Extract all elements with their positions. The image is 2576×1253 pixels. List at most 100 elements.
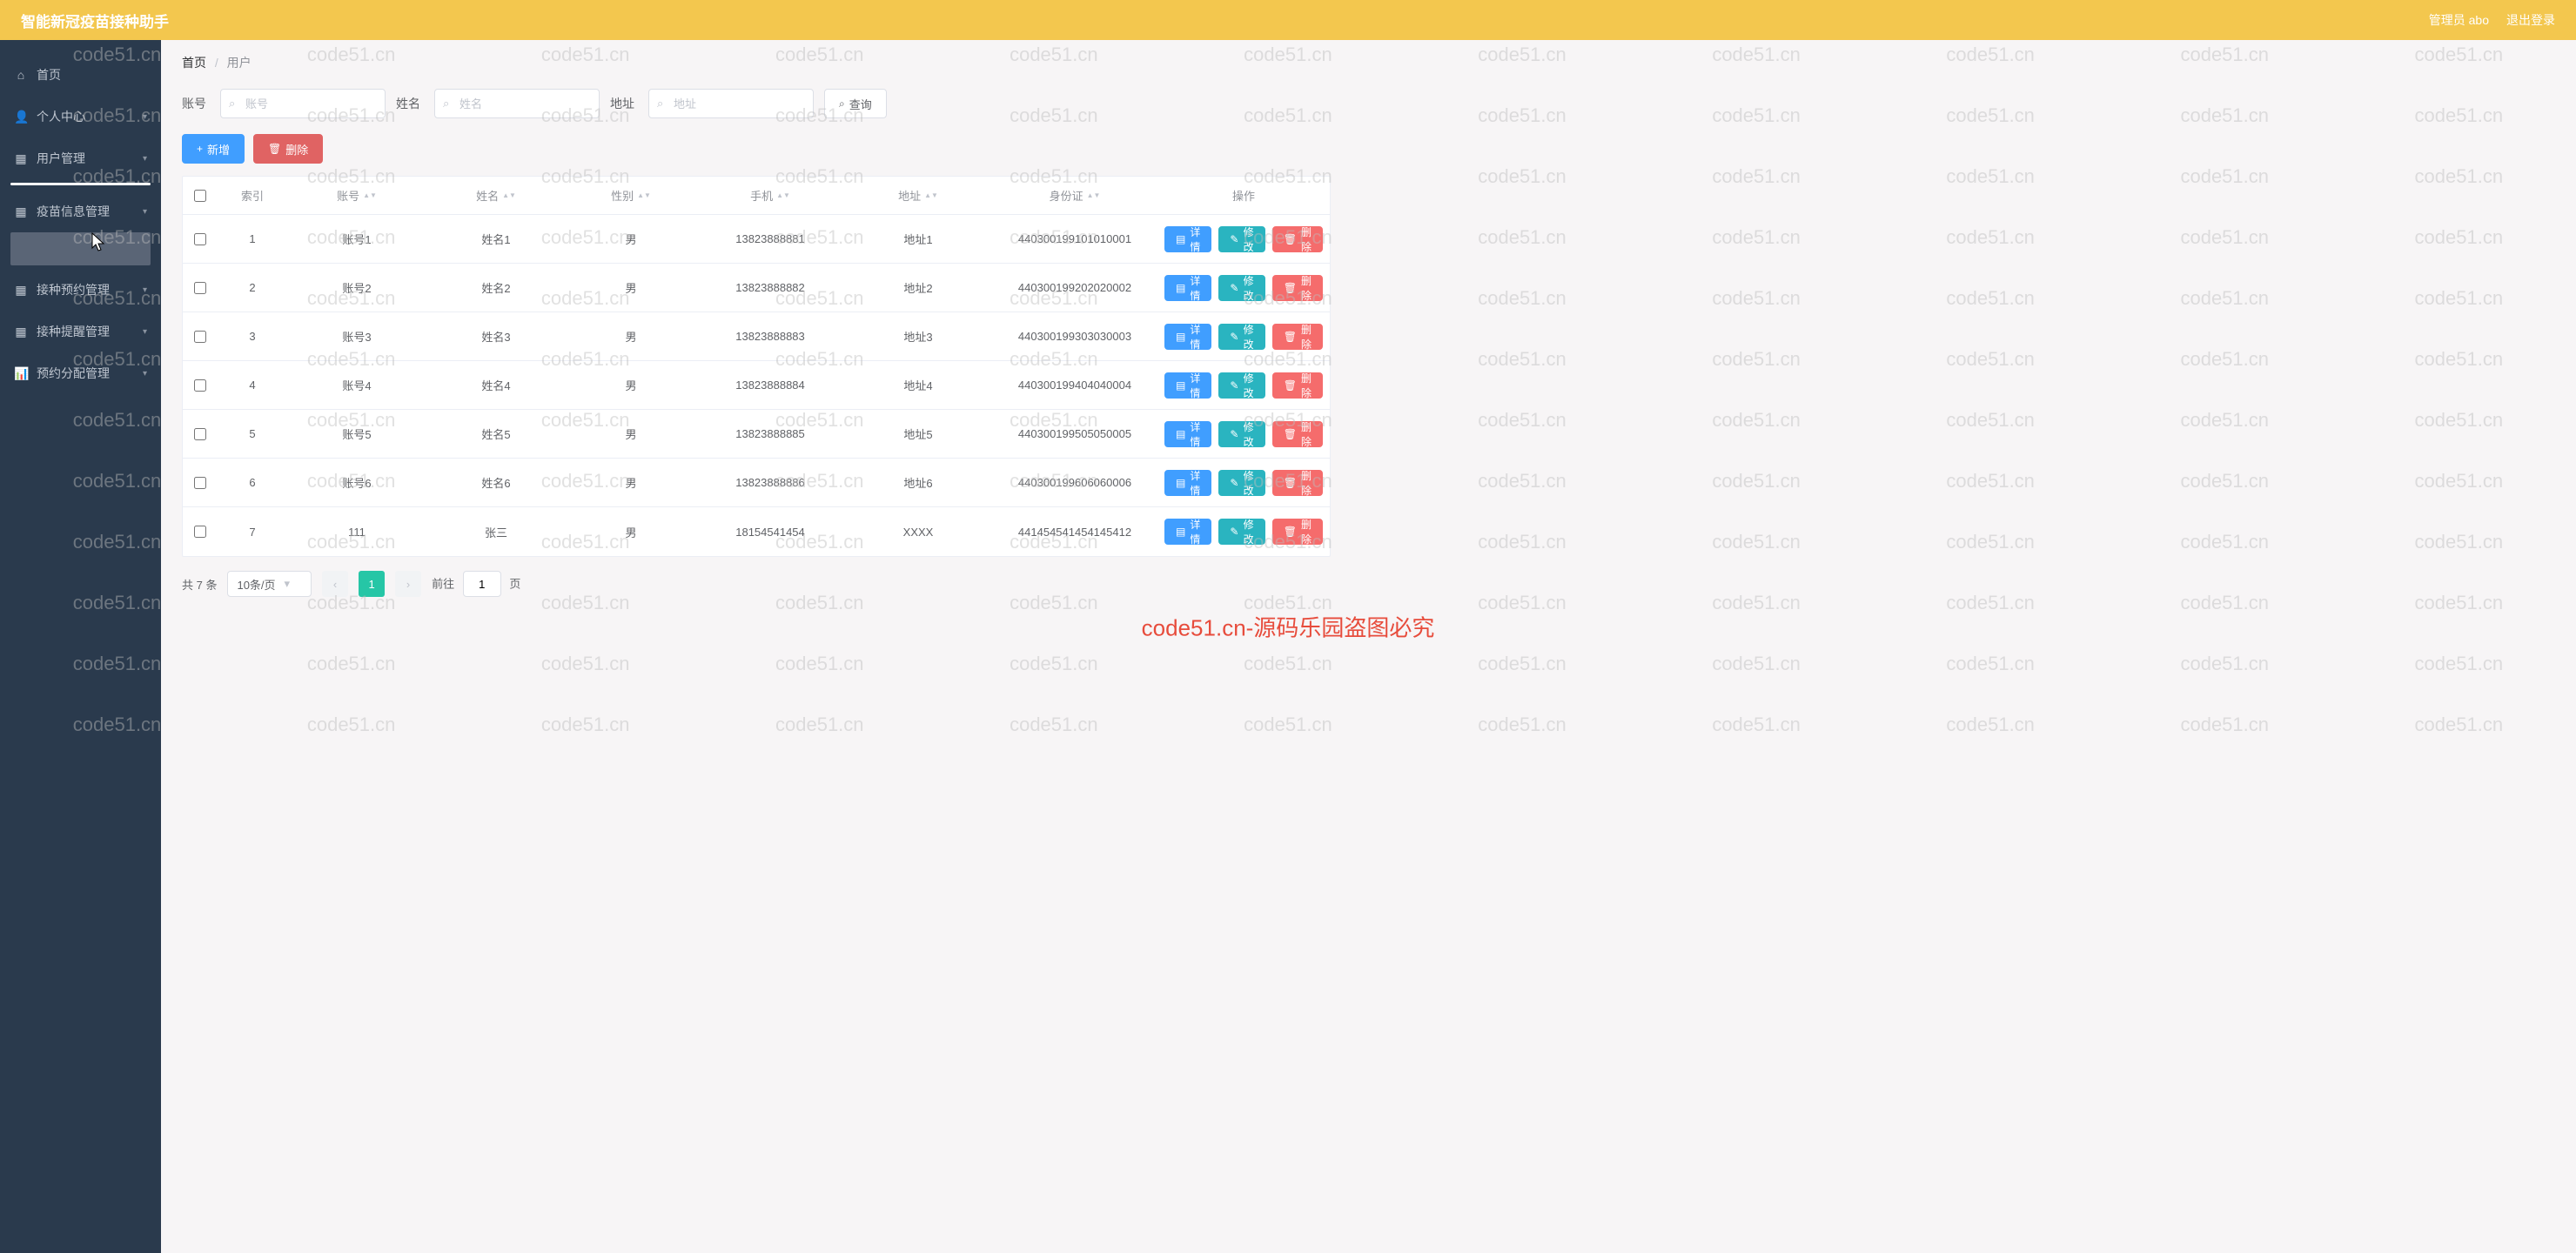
- page-jump-input[interactable]: [463, 571, 501, 597]
- cell-account: 账号3: [287, 328, 426, 345]
- row-detail-button[interactable]: ▤ 详情: [1164, 275, 1211, 301]
- cell-account: 账号4: [287, 377, 426, 393]
- page-1-button[interactable]: 1: [359, 571, 385, 597]
- row-checkbox[interactable]: [194, 379, 206, 392]
- row-edit-button[interactable]: ✎ 修改: [1218, 470, 1265, 496]
- col-index[interactable]: 索引: [218, 187, 287, 204]
- col-sex[interactable]: 性别▲▼: [566, 187, 696, 204]
- doc-icon: ▤: [1176, 379, 1185, 392]
- edit-icon: ✎: [1230, 331, 1238, 343]
- cell-name: 张三: [426, 524, 566, 540]
- breadcrumb-current: 用户: [227, 56, 252, 70]
- sidebar-item-label: 接种预约管理: [37, 281, 110, 298]
- row-delete-button[interactable]: 🗑 删除: [1272, 226, 1323, 252]
- search-icon: ⌕: [229, 97, 235, 111]
- cell-index: 2: [218, 281, 287, 294]
- cell-idcard: 440300199202020002: [992, 281, 1157, 294]
- user-table: 索引 账号▲▼ 姓名▲▼ 性别▲▼ 手机▲▼ 地址▲▼ 身份证▲▼ 操作 1账号…: [182, 176, 1331, 557]
- row-detail-button[interactable]: ▤ 详情: [1164, 519, 1211, 545]
- col-account[interactable]: 账号▲▼: [287, 187, 426, 204]
- row-detail-button[interactable]: ▤ 详情: [1164, 324, 1211, 350]
- row-edit-button[interactable]: ✎ 修改: [1218, 324, 1265, 350]
- col-phone[interactable]: 手机▲▼: [696, 187, 844, 204]
- add-button[interactable]: +新增: [182, 134, 245, 164]
- current-user[interactable]: 管理员 abo: [2429, 11, 2489, 29]
- search-button[interactable]: ⌕查询: [824, 89, 887, 118]
- cell-sex: 男: [566, 328, 696, 345]
- col-name[interactable]: 姓名▲▼: [426, 187, 566, 204]
- sidebar-item-2[interactable]: ▦用户管理▾: [0, 137, 161, 179]
- sidebar-item-6[interactable]: 📊预约分配管理▾: [0, 352, 161, 394]
- col-address[interactable]: 地址▲▼: [844, 187, 992, 204]
- cell-address: 地址6: [844, 474, 992, 491]
- cell-idcard: 441454541454145412: [992, 526, 1157, 539]
- sort-icon: ▲▼: [776, 193, 790, 198]
- search-account-input[interactable]: [220, 89, 386, 118]
- row-edit-button[interactable]: ✎ 修改: [1218, 226, 1265, 252]
- row-checkbox[interactable]: [194, 233, 206, 245]
- row-delete-button[interactable]: 🗑 删除: [1272, 275, 1323, 301]
- row-delete-button[interactable]: 🗑 删除: [1272, 421, 1323, 447]
- prev-page-button[interactable]: ‹: [322, 571, 348, 597]
- row-detail-button[interactable]: ▤ 详情: [1164, 226, 1211, 252]
- row-edit-button[interactable]: ✎ 修改: [1218, 372, 1265, 399]
- trash-icon: 🗑: [1284, 233, 1297, 245]
- cell-address: 地址1: [844, 231, 992, 247]
- logout-link[interactable]: 退出登录: [2506, 11, 2555, 29]
- table-row: 7111张三男18154541454XXXX441454541454145412…: [183, 507, 1330, 556]
- next-page-button[interactable]: ›: [395, 571, 421, 597]
- sidebar-item-1[interactable]: 👤个人中心▾: [0, 96, 161, 137]
- pagination: 共 7 条 10条/页 ‹ 1 › 前往 页: [182, 557, 2573, 611]
- row-delete-button[interactable]: 🗑 删除: [1272, 519, 1323, 545]
- cell-account: 账号2: [287, 279, 426, 296]
- row-checkbox[interactable]: [194, 526, 206, 538]
- sidebar-item-0[interactable]: ⌂首页: [0, 54, 161, 96]
- row-edit-button[interactable]: ✎ 修改: [1218, 275, 1265, 301]
- submenu-hover[interactable]: [10, 232, 151, 265]
- search-name-input[interactable]: [434, 89, 600, 118]
- row-edit-button[interactable]: ✎ 修改: [1218, 519, 1265, 545]
- cell-name: 姓名2: [426, 279, 566, 296]
- cell-phone: 13823888883: [696, 330, 844, 343]
- select-all-checkbox[interactable]: [194, 190, 206, 202]
- row-checkbox[interactable]: [194, 428, 206, 440]
- pagesize-select[interactable]: 10条/页: [227, 571, 312, 597]
- chevron-down-icon: ▾: [143, 285, 147, 295]
- menu-icon: ▦: [14, 204, 28, 219]
- cell-address: 地址4: [844, 377, 992, 393]
- cell-idcard: 440300199303030003: [992, 330, 1157, 343]
- cell-phone: 13823888881: [696, 232, 844, 245]
- cell-sex: 男: [566, 474, 696, 491]
- table-row: 5账号5姓名5男13823888885地址5440300199505050005…: [183, 410, 1330, 459]
- sidebar-item-3[interactable]: ▦疫苗信息管理▾: [0, 191, 161, 232]
- sidebar-item-5[interactable]: ▦接种提醒管理▾: [0, 311, 161, 352]
- menu-icon: ▦: [14, 283, 28, 298]
- doc-icon: ▤: [1176, 477, 1185, 489]
- row-checkbox[interactable]: [194, 477, 206, 489]
- row-detail-button[interactable]: ▤ 详情: [1164, 470, 1211, 496]
- row-checkbox[interactable]: [194, 282, 206, 294]
- sidebar-item-4[interactable]: ▦ 接种预约管理 ▾: [0, 269, 161, 311]
- row-delete-button[interactable]: 🗑 删除: [1272, 470, 1323, 496]
- col-idcard[interactable]: 身份证▲▼: [992, 187, 1157, 204]
- breadcrumb-root[interactable]: 首页: [182, 56, 206, 70]
- delete-button[interactable]: 🗑删除: [253, 134, 323, 164]
- row-delete-button[interactable]: 🗑 删除: [1272, 324, 1323, 350]
- row-detail-button[interactable]: ▤ 详情: [1164, 372, 1211, 399]
- app-title: 智能新冠疫苗接种助手: [21, 10, 169, 31]
- breadcrumb: 首页 / 用户: [182, 54, 2573, 71]
- row-edit-button[interactable]: ✎ 修改: [1218, 421, 1265, 447]
- cell-idcard: 440300199606060006: [992, 476, 1157, 489]
- row-delete-button[interactable]: 🗑 删除: [1272, 372, 1323, 399]
- cell-address: 地址5: [844, 425, 992, 442]
- cell-sex: 男: [566, 377, 696, 393]
- chevron-down-icon: ▾: [143, 112, 147, 122]
- cell-sex: 男: [566, 425, 696, 442]
- row-detail-button[interactable]: ▤ 详情: [1164, 421, 1211, 447]
- cell-name: 姓名6: [426, 474, 566, 491]
- chevron-down-icon: ▾: [143, 327, 147, 337]
- row-checkbox[interactable]: [194, 331, 206, 343]
- breadcrumb-separator: /: [215, 56, 218, 70]
- trash-icon: 🗑: [1284, 477, 1297, 489]
- search-address-input[interactable]: [648, 89, 814, 118]
